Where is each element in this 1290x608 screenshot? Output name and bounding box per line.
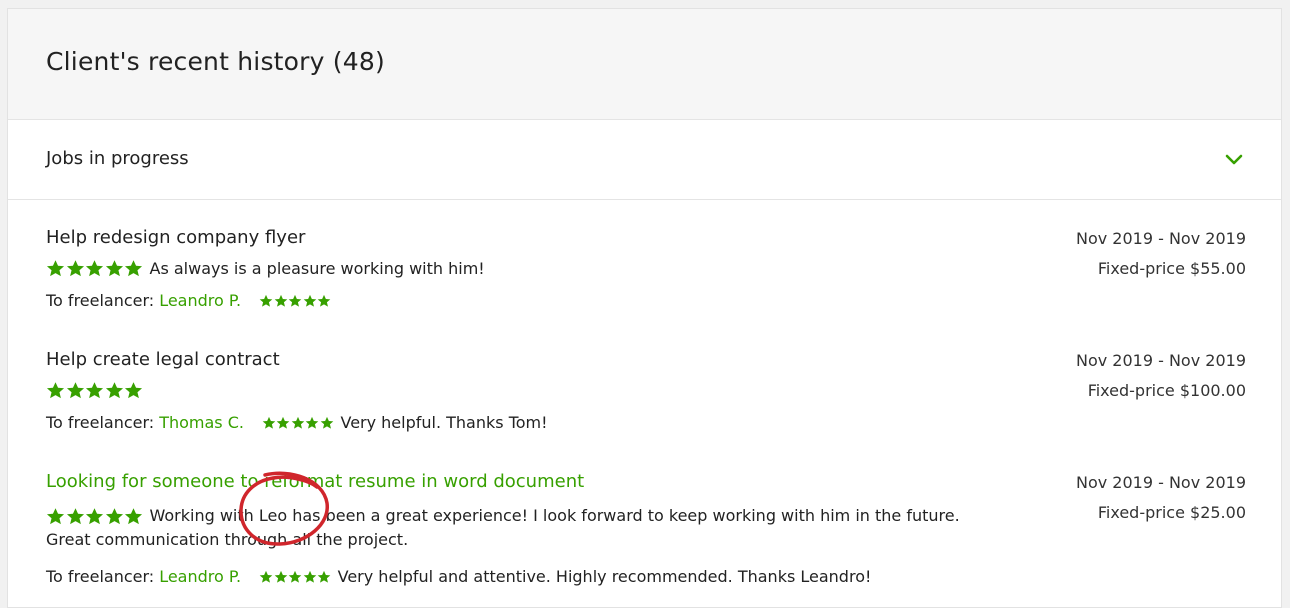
to-freelancer-label: To freelancer: xyxy=(46,291,155,310)
star-icon xyxy=(277,416,290,429)
freelancer-rating-stars xyxy=(259,294,332,308)
freelancer-link[interactable]: Thomas C. xyxy=(159,413,244,432)
client-feedback-line: Working with Leo has been a great experi… xyxy=(46,504,1046,528)
star-icon xyxy=(85,507,104,524)
client-rating-stars xyxy=(46,259,144,278)
star-icon xyxy=(259,570,273,583)
star-icon xyxy=(66,260,84,277)
client-rating-stars xyxy=(46,381,144,400)
freelancer-rating-stars xyxy=(259,570,332,584)
to-freelancer-label: To freelancer: xyxy=(46,413,155,432)
freelancer-feedback: To freelancer: Leandro P. xyxy=(46,291,338,310)
job-price: Fixed-price $55.00 xyxy=(1097,259,1246,278)
star-icon xyxy=(46,507,65,524)
star-icon xyxy=(124,260,143,277)
star-icon xyxy=(317,570,331,583)
job-meta: Nov 2019 - Nov 2019 Fixed-price $25.00 xyxy=(1076,468,1246,528)
star-icon xyxy=(124,382,143,399)
freelancer-feedback: To freelancer: Leandro P. Very helpful a… xyxy=(46,567,871,586)
chevron-down-icon[interactable] xyxy=(1225,151,1243,169)
job-price: Fixed-price $100.00 xyxy=(1087,381,1246,400)
to-freelancer-label: To freelancer: xyxy=(46,567,155,586)
star-icon xyxy=(274,570,287,583)
section-label: Jobs in progress xyxy=(46,148,189,169)
star-icon xyxy=(46,382,65,399)
job-meta: Nov 2019 - Nov 2019 Fixed-price $100.00 xyxy=(1076,346,1246,406)
client-comment: As always is a pleasure working with him… xyxy=(149,259,485,278)
star-icon xyxy=(124,507,143,524)
star-icon xyxy=(306,416,319,429)
star-icon xyxy=(262,416,276,429)
star-icon xyxy=(303,570,316,583)
freelancer-feedback: To freelancer: Thomas C. Very helpful. T… xyxy=(46,413,548,432)
star-icon xyxy=(85,382,104,399)
job-title: Help redesign company flyer xyxy=(46,227,306,248)
star-icon xyxy=(46,260,65,277)
job-meta: Nov 2019 - Nov 2019 Fixed-price $55.00 xyxy=(1076,224,1246,284)
client-feedback xyxy=(46,381,150,400)
client-feedback: Working with Leo has been a great experi… xyxy=(46,504,1046,552)
star-icon xyxy=(317,294,331,307)
star-icon xyxy=(291,416,305,429)
star-icon xyxy=(288,294,302,307)
star-icon xyxy=(105,260,123,277)
star-icon xyxy=(66,507,84,524)
freelancer-link[interactable]: Leandro P. xyxy=(159,291,241,310)
job-title: Help create legal contract xyxy=(46,349,280,370)
freelancer-comment: Very helpful. Thanks Tom! xyxy=(340,413,548,432)
star-icon xyxy=(85,260,104,277)
star-icon xyxy=(259,294,273,307)
card-header: Client's recent history (48) xyxy=(8,9,1281,120)
star-icon xyxy=(105,507,123,524)
client-feedback: As always is a pleasure working with him… xyxy=(46,259,485,278)
page-title: Client's recent history (48) xyxy=(46,47,385,76)
job-dates: Nov 2019 - Nov 2019 xyxy=(1075,229,1246,248)
freelancer-rating-stars xyxy=(262,416,335,430)
star-icon xyxy=(66,382,84,399)
star-icon xyxy=(288,570,302,583)
freelancer-comment: Very helpful and attentive. Highly recom… xyxy=(337,567,872,586)
star-icon xyxy=(274,294,287,307)
client-comment-continued: Great communication through all the proj… xyxy=(46,530,409,549)
star-icon xyxy=(105,382,123,399)
star-icon xyxy=(303,294,316,307)
star-icon xyxy=(320,416,334,429)
client-rating-stars xyxy=(46,507,144,526)
job-dates: Nov 2019 - Nov 2019 xyxy=(1075,473,1246,492)
jobs-in-progress-toggle[interactable]: Jobs in progress xyxy=(8,120,1281,200)
red-circle-annotation xyxy=(239,471,329,546)
freelancer-link[interactable]: Leandro P. xyxy=(159,567,241,586)
client-history-card: Client's recent history (48) Jobs in pro… xyxy=(7,8,1282,608)
job-price: Fixed-price $25.00 xyxy=(1097,503,1246,522)
job-dates: Nov 2019 - Nov 2019 xyxy=(1075,351,1246,370)
